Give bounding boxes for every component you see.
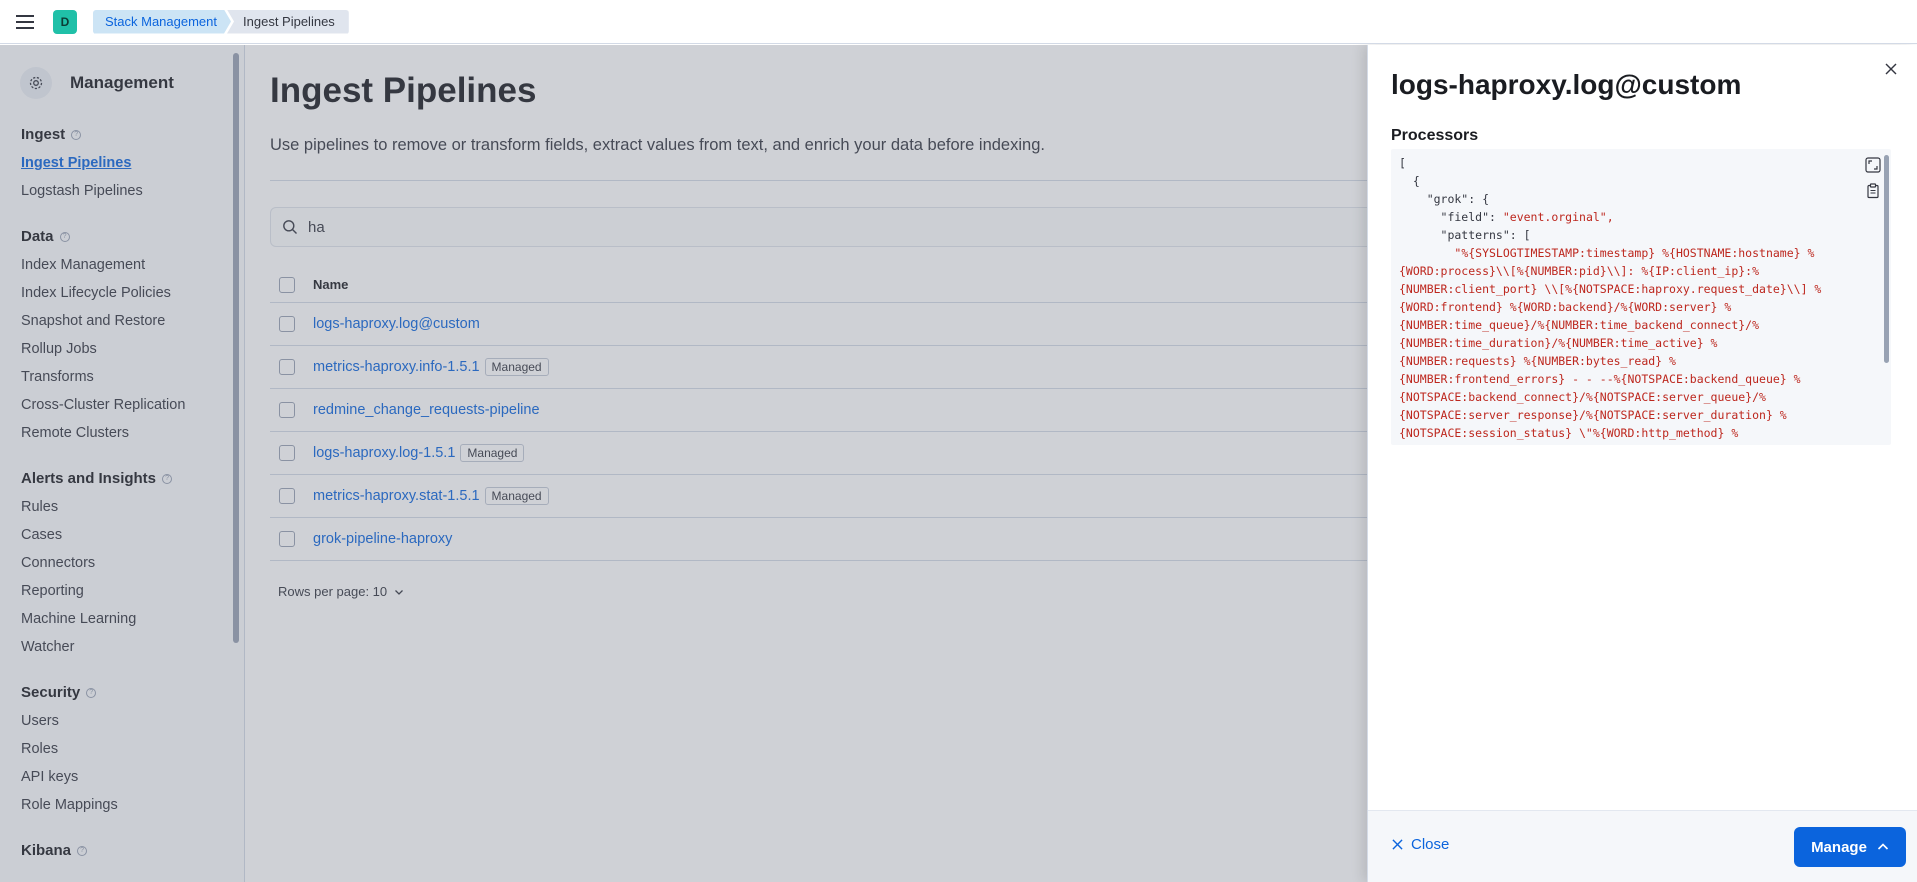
breadcrumb-ingest-pipelines: Ingest Pipelines	[227, 9, 349, 34]
flyout-footer: Close Manage	[1368, 810, 1917, 882]
breadcrumb-stack-management[interactable]: Stack Management	[93, 10, 231, 34]
code-line: "grok": {	[1399, 192, 1490, 206]
space-avatar[interactable]: D	[53, 9, 77, 34]
code-line: {NUMBER:time_queue}/%{NUMBER:time_backen…	[1399, 318, 1760, 332]
copy-icon[interactable]	[1865, 183, 1881, 199]
close-button-label: Close	[1411, 836, 1450, 853]
code-line: {NUMBER:client_port} \\[%{NOTSPACE:hapro…	[1399, 282, 1822, 296]
chevron-up-icon	[1877, 841, 1889, 853]
processors-label: Processors	[1391, 127, 1479, 144]
code-line: "%{SYSLOGTIMESTAMP:timestamp} %{HOSTNAME…	[1454, 246, 1815, 260]
close-button[interactable]: Close	[1392, 836, 1449, 853]
code-line: "patterns": [	[1399, 228, 1531, 242]
code-scrollbar[interactable]	[1884, 155, 1889, 363]
code-line: [	[1399, 156, 1406, 170]
cross-icon	[1392, 839, 1403, 850]
manage-button-label: Manage	[1811, 838, 1867, 856]
fullscreen-icon[interactable]	[1865, 157, 1881, 173]
flyout-title: logs-haproxy.log@custom	[1391, 69, 1742, 100]
code-content: [ { "grok": { "field": "event.orginal", …	[1391, 149, 1891, 442]
code-line: {	[1399, 174, 1420, 188]
code-line: {WORD:frontend} %{WORD:backend}/%{WORD:s…	[1399, 300, 1732, 314]
code-line: {NOTSPACE:backend_connect}/%{NOTSPACE:se…	[1399, 390, 1766, 404]
top-header: D Stack Management Ingest Pipelines	[0, 0, 1917, 44]
menu-icon[interactable]	[0, 0, 50, 44]
code-line: {WORD:process}\\[%{NUMBER:pid}\\]: %{IP:…	[1399, 264, 1760, 278]
code-line: {NOTSPACE:session_status} \"%{WORD:http_…	[1399, 426, 1739, 440]
close-icon[interactable]	[1879, 57, 1903, 81]
code-line: {NUMBER:frontend_errors} - - --%{NOTSPAC…	[1399, 372, 1801, 386]
manage-button[interactable]: Manage	[1794, 827, 1906, 867]
processors-code-block[interactable]: [ { "grok": { "field": "event.orginal", …	[1391, 149, 1891, 445]
code-line: "field": "event.orginal",	[1399, 210, 1614, 224]
pipeline-details-flyout: logs-haproxy.log@custom Processors [ { "…	[1367, 45, 1917, 882]
breadcrumb: Stack Management Ingest Pipelines	[93, 9, 349, 34]
code-line: {NOTSPACE:server_response}/%{NOTSPACE:se…	[1399, 408, 1787, 422]
code-line: {NUMBER:requests} %{NUMBER:bytes_read} %	[1399, 354, 1676, 368]
overlay-mask[interactable]	[0, 45, 1367, 882]
code-line: {NUMBER:time_duration}/%{NUMBER:time_act…	[1399, 336, 1718, 350]
